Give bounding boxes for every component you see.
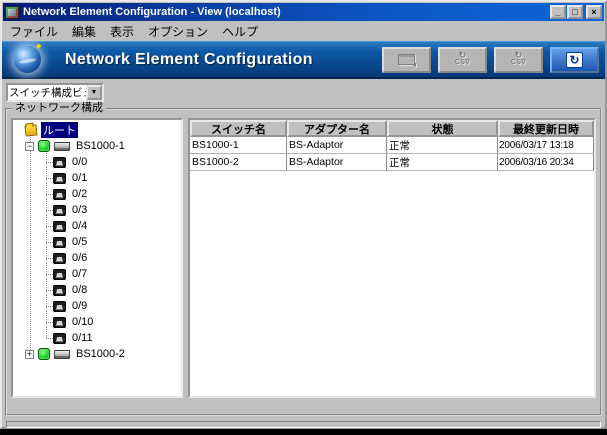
column-header-status[interactable]: 状態 <box>387 120 498 137</box>
port-icon <box>53 269 66 280</box>
menu-options[interactable]: オプション <box>142 21 216 42</box>
tree-item-port[interactable]: 0/4 <box>13 218 181 234</box>
tree-item-port[interactable]: 0/2 <box>13 186 181 202</box>
tree-item-port[interactable]: 0/11 <box>13 330 181 346</box>
switch-icon <box>54 350 70 359</box>
window-title: Network Element Configuration - View (lo… <box>23 6 549 18</box>
network-tree: ルート − BS1000-1 0/0 0/1 <box>13 120 181 362</box>
status-led-green-icon <box>38 140 50 152</box>
maximize-button[interactable]: □ <box>567 5 583 19</box>
root-folder-icon <box>24 124 37 136</box>
expand-icon[interactable]: + <box>25 350 34 359</box>
tree-item-bs1000-1[interactable]: − BS1000-1 <box>13 138 181 154</box>
tree-item-port[interactable]: 0/10 <box>13 314 181 330</box>
refresh-button[interactable]: ↻ <box>550 47 599 73</box>
globe-logo-icon <box>14 46 41 73</box>
tree-item-port[interactable]: 0/8 <box>13 282 181 298</box>
port-icon <box>53 317 66 328</box>
view-selector-value: スイッチ構成ビュー <box>8 85 86 100</box>
csv-export-button[interactable]: ↻ CSV <box>438 47 487 73</box>
port-icon <box>53 237 66 248</box>
port-icon <box>53 333 66 344</box>
port-icon <box>53 221 66 232</box>
status-led-green-icon <box>38 348 50 360</box>
port-icon <box>53 157 66 168</box>
minimize-button[interactable]: _ <box>550 5 566 19</box>
network-config-groupbox: ネットワーク構成 ルート − BS1000-1 <box>5 108 602 416</box>
tree-item-port[interactable]: 0/7 <box>13 266 181 282</box>
tree-item-root[interactable]: ルート <box>13 122 181 138</box>
table-row[interactable]: BS1000-2 BS-Adaptor 正常 2006/03/16 20:34 <box>190 154 594 171</box>
banner-toolbar: ↻ CSV ↻ CSV ↻ <box>382 47 599 73</box>
refresh-icon: ↻ <box>566 52 583 68</box>
close-button[interactable]: × <box>586 5 602 19</box>
apply-button[interactable] <box>382 47 431 73</box>
tree-item-port[interactable]: 0/3 <box>13 202 181 218</box>
menu-help[interactable]: ヘルプ <box>216 21 266 42</box>
switch-icon <box>54 142 70 151</box>
csv-import-button[interactable]: ↻ CSV <box>494 47 543 73</box>
app-banner: ◆ Network Element Configuration ↻ CSV ↻ … <box>2 41 605 79</box>
table-header-row: スイッチ名 アダプター名 状態 最終更新日時 <box>190 120 594 137</box>
tree-item-bs1000-2[interactable]: + BS1000-2 <box>13 346 181 362</box>
sparkle-icon: ◆ <box>36 43 41 50</box>
tree-item-port[interactable]: 0/5 <box>13 234 181 250</box>
banner-title: Network Element Configuration <box>65 51 382 69</box>
csv-label: CSV <box>455 59 470 67</box>
desktop-background <box>0 429 607 435</box>
port-icon <box>53 189 66 200</box>
view-selector-row: スイッチ構成ビュー ▼ <box>6 83 605 102</box>
port-icon <box>53 301 66 312</box>
csv-refresh-icon: ↻ <box>459 52 467 59</box>
switch-status-table[interactable]: スイッチ名 アダプター名 状態 最終更新日時 BS1000-1 BS-Adapt… <box>188 118 596 398</box>
table-row[interactable]: BS1000-1 BS-Adaptor 正常 2006/03/17 13:18 <box>190 137 594 154</box>
groupbox-label: ネットワーク構成 <box>12 102 106 115</box>
tree-item-port[interactable]: 0/1 <box>13 170 181 186</box>
port-icon <box>53 285 66 296</box>
network-tree-pane[interactable]: ルート − BS1000-1 0/0 0/1 <box>11 118 183 398</box>
port-icon <box>53 173 66 184</box>
menu-edit[interactable]: 編集 <box>66 21 104 42</box>
title-bar[interactable]: Network Element Configuration - View (lo… <box>3 3 604 21</box>
form-arrow-icon <box>398 54 415 65</box>
tree-item-port[interactable]: 0/6 <box>13 250 181 266</box>
csv-refresh-icon: ↻ <box>515 52 523 59</box>
port-icon <box>53 253 66 264</box>
column-header-adapter-name[interactable]: アダプター名 <box>287 120 387 137</box>
tree-item-port[interactable]: 0/9 <box>13 298 181 314</box>
app-icon <box>5 6 19 19</box>
app-window: Network Element Configuration - View (lo… <box>0 0 607 429</box>
column-header-switch-name[interactable]: スイッチ名 <box>190 120 287 137</box>
menu-bar: ファイル 編集 表示 オプション ヘルプ <box>2 22 605 41</box>
menu-view[interactable]: 表示 <box>104 21 142 42</box>
chevron-down-icon[interactable]: ▼ <box>86 85 102 100</box>
view-selector-combobox[interactable]: スイッチ構成ビュー ▼ <box>6 83 104 102</box>
port-icon <box>53 205 66 216</box>
status-bar <box>6 421 601 428</box>
column-header-last-updated[interactable]: 最終更新日時 <box>498 120 594 137</box>
collapse-icon[interactable]: − <box>25 142 34 151</box>
panes-container: ルート − BS1000-1 0/0 0/1 <box>7 110 600 398</box>
menu-file[interactable]: ファイル <box>4 21 66 42</box>
tree-item-port[interactable]: 0/0 <box>13 154 181 170</box>
csv-label: CSV <box>511 59 526 67</box>
